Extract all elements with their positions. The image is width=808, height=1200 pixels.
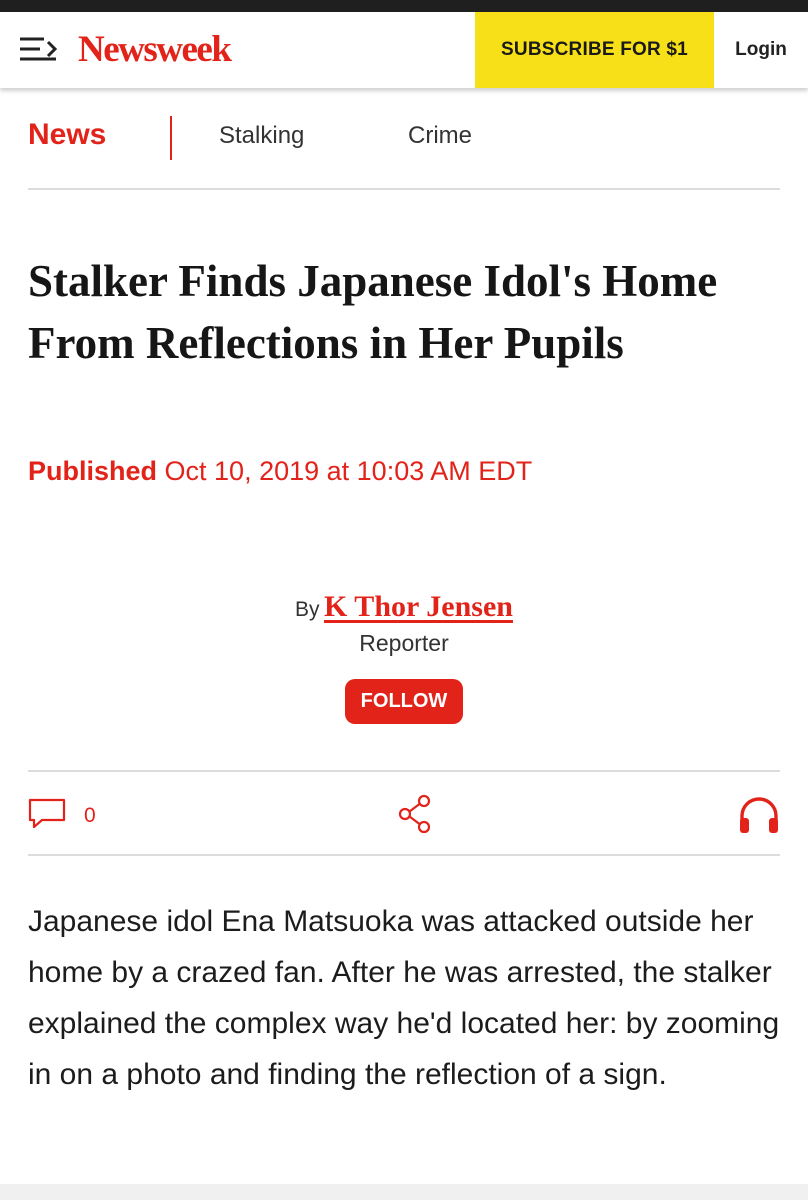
newsweek-logo[interactable]: Newsweek xyxy=(78,26,232,74)
author-link[interactable]: K Thor Jensen xyxy=(324,590,513,623)
article-headline: Stalker Finds Japanese Idol's Home From … xyxy=(28,256,718,368)
comment-count: 0 xyxy=(84,804,96,827)
published-label: Published xyxy=(28,456,158,486)
bottom-strip xyxy=(0,1184,808,1200)
social-bar: 0 xyxy=(28,770,780,856)
login-button[interactable]: Login xyxy=(714,12,808,88)
published-line: Published Oct 10, 2019 at 10:03 AM EDT xyxy=(28,456,532,487)
published-date: Oct 10, 2019 at 10:03 AM EDT xyxy=(164,456,533,486)
tag-crime-link[interactable]: Crime xyxy=(408,122,472,150)
subscribe-button[interactable]: SUBSCRIBE FOR $1 xyxy=(475,12,714,88)
comments-button[interactable]: 0 xyxy=(28,796,96,836)
follow-button[interactable]: FOLLOW xyxy=(345,679,463,724)
tag-stalking-link[interactable]: Stalking xyxy=(219,122,304,150)
site-header: Newsweek SUBSCRIBE FOR $1 Login xyxy=(0,12,808,88)
menu-icon[interactable] xyxy=(18,36,60,64)
nav-divider xyxy=(170,116,172,160)
by-prefix: By xyxy=(295,598,320,621)
comment-icon xyxy=(28,798,66,835)
author-role: Reporter xyxy=(359,630,449,656)
section-news-link[interactable]: News xyxy=(28,118,106,152)
article-body: Japanese idol Ena Matsuoka was attacked … xyxy=(28,905,780,1091)
headphones-icon[interactable] xyxy=(737,796,781,836)
status-bar xyxy=(0,0,808,12)
section-nav: News Stalking Crime xyxy=(28,112,780,190)
byline: By K Thor Jensen xyxy=(0,590,808,624)
share-icon[interactable] xyxy=(398,794,434,834)
